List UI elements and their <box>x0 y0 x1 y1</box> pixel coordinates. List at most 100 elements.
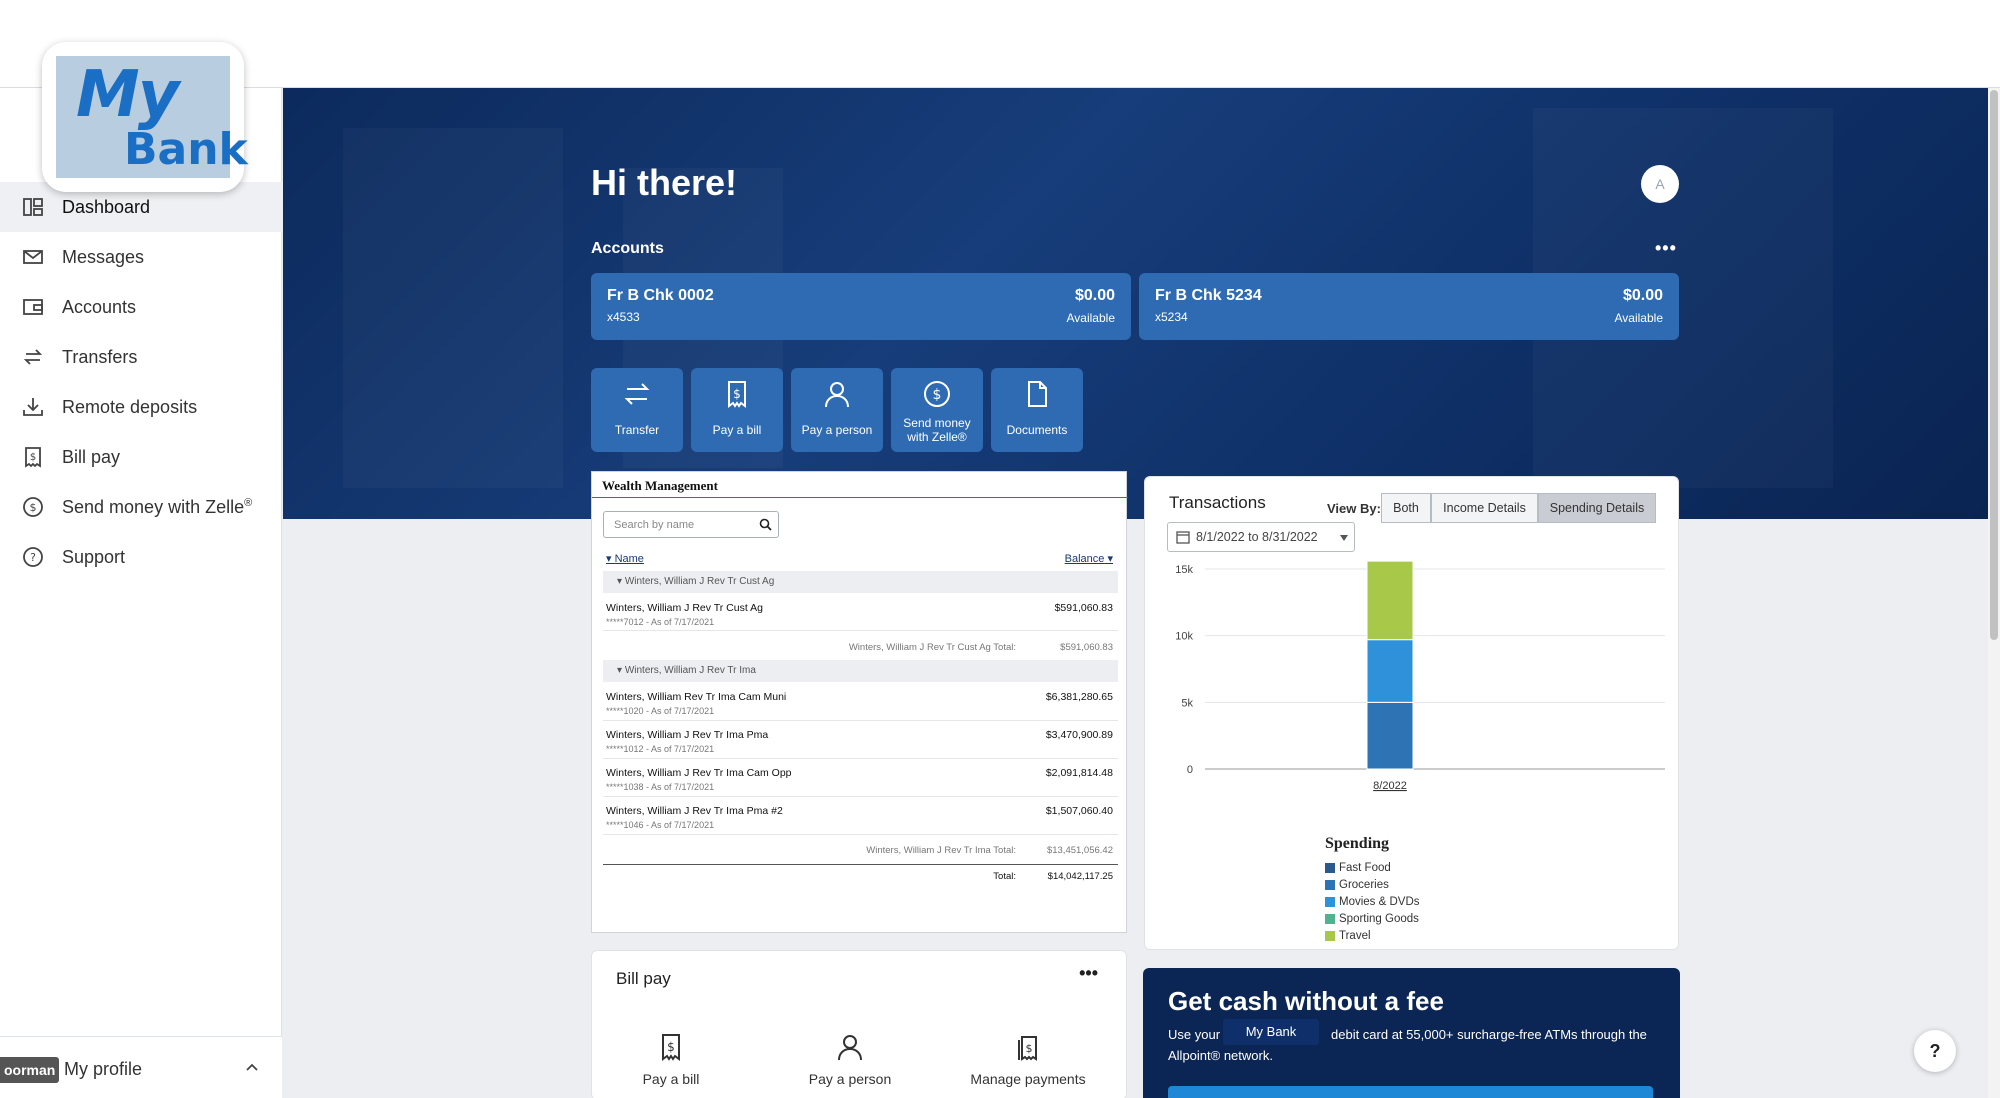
sidebar-item-support[interactable]: ? Support <box>0 532 282 582</box>
hero-banner <box>283 88 1990 519</box>
holding-name[interactable]: Winters, William Rev Tr Ima Cam Muni <box>606 691 786 703</box>
total-label: Total: <box>993 871 1016 882</box>
sidebar: Dashboard Messages Accounts Transfers Re… <box>0 88 282 1098</box>
holding-meta: *****1038 - As of 7/17/2021 <box>606 782 715 792</box>
legend-swatch <box>1325 880 1335 890</box>
sidebar-item-transfers[interactable]: Transfers <box>0 332 282 382</box>
x-tick-label: 8/2022 <box>1373 780 1407 792</box>
account-balance: $0.00 <box>1074 287 1115 304</box>
date-range-select[interactable]: 8/1/2022 to 8/31/2022 <box>1167 522 1355 552</box>
legend-item[interactable]: Movies & DVDs <box>1325 896 1420 908</box>
profile-menu[interactable]: oorman My profile <box>0 1036 282 1098</box>
document-icon <box>1028 381 1047 407</box>
bill-pay-more-icon[interactable]: ••• <box>1079 963 1098 984</box>
chevron-up-icon[interactable] <box>244 1059 260 1075</box>
quick-action-documents[interactable]: Documents <box>991 368 1083 452</box>
promo-text: Allpoint® network. <box>1168 1048 1273 1063</box>
column-header-name[interactable]: ▾ Name <box>606 552 644 565</box>
person-icon <box>825 382 849 408</box>
bar-segment <box>1366 560 1414 641</box>
quick-action-pay-person[interactable]: Pay a person <box>791 368 883 452</box>
divider <box>603 720 1118 721</box>
manage-payments-icon: $ <box>1018 1036 1037 1061</box>
scrollbar[interactable] <box>1988 88 2000 1098</box>
y-tick-label: 10k <box>1175 631 1193 643</box>
holding-name[interactable]: Winters, William J Rev Tr Ima Pma #2 <box>606 805 783 817</box>
divider <box>603 630 1118 631</box>
logo-text-my: My <box>76 58 179 132</box>
bill-icon: $ <box>728 381 746 408</box>
sidebar-item-remote-deposits[interactable]: Remote deposits <box>0 382 282 432</box>
avatar[interactable]: A <box>1641 165 1679 203</box>
logo[interactable]: My Bank <box>42 42 248 192</box>
holding-balance: $1,507,060.40 <box>1045 805 1113 817</box>
legend-item[interactable]: Fast Food <box>1325 862 1391 874</box>
quick-action-zelle[interactable]: $ Send money with Zelle® <box>891 368 983 452</box>
sidebar-item-messages[interactable]: Messages <box>0 232 282 282</box>
holding-balance: $591,060.83 <box>1054 602 1113 614</box>
view-income-button[interactable]: Income Details <box>1431 493 1538 523</box>
y-tick-label: 5k <box>1181 697 1193 709</box>
profile-badge: oorman <box>0 1057 60 1083</box>
bar-segment <box>1366 701 1414 770</box>
account-status: Available <box>1066 311 1115 325</box>
quick-action-pay-bill[interactable]: $ Pay a bill <box>691 368 783 452</box>
y-tick-label: 15k <box>1175 564 1193 576</box>
group-header[interactable]: ▾ Winters, William J Rev Tr Cust Ag <box>603 571 1118 593</box>
sidebar-item-label: Bill pay <box>62 446 121 467</box>
sidebar-item-bill-pay[interactable]: $ Bill pay <box>0 432 282 482</box>
panel-title: Wealth Management <box>602 478 718 493</box>
accounts-more-icon[interactable]: ••• <box>1655 238 1677 259</box>
view-by-label: View By: <box>1327 501 1381 516</box>
legend-label: Fast Food <box>1339 862 1391 874</box>
account-number: x5234 <box>1155 310 1188 324</box>
registered-mark: ® <box>244 496 253 509</box>
holding-balance: $2,091,814.48 <box>1045 767 1113 779</box>
date-range-value: 8/1/2022 to 8/31/2022 <box>1196 530 1318 544</box>
holding-meta: *****1012 - As of 7/17/2021 <box>606 744 715 754</box>
total-value: $14,042,117.25 <box>1047 871 1113 882</box>
sidebar-item-accounts[interactable]: Accounts <box>0 282 282 332</box>
holding-name[interactable]: Winters, William J Rev Tr Ima Cam Opp <box>606 767 792 779</box>
logo-tile: My Bank <box>56 56 248 178</box>
legend-item[interactable]: Groceries <box>1325 879 1389 891</box>
sidebar-item-label: Support <box>62 546 126 567</box>
sidebar-item-label: Accounts <box>62 296 137 317</box>
bill-pay-panel: Bill pay ••• $ Pay a bill Pay a person $… <box>591 950 1127 1098</box>
quick-action-label: Pay a person <box>801 423 873 437</box>
search-input[interactable]: Search by name <box>603 511 779 538</box>
transfer-icon <box>22 346 44 368</box>
search-icon[interactable] <box>759 518 772 531</box>
holding-meta: *****1046 - As of 7/17/2021 <box>606 820 715 830</box>
group-header[interactable]: ▾ Winters, William J Rev Tr Ima <box>603 660 1118 682</box>
legend-label: Movies & DVDs <box>1339 896 1420 908</box>
hero-decoration <box>343 128 563 488</box>
legend-item[interactable]: Sporting Goods <box>1325 913 1419 925</box>
subtotal-value: $13,451,056.42 <box>1046 845 1113 856</box>
panel-title: Bill pay <box>616 969 671 988</box>
svg-text:$: $ <box>667 1040 675 1054</box>
bar-segment <box>1366 639 1414 703</box>
holding-name[interactable]: Winters, William J Rev Tr Ima Pma <box>606 729 768 741</box>
promo-cta-button[interactable] <box>1168 1086 1653 1098</box>
sidebar-item-zelle[interactable]: $ Send money with Zelle® <box>0 482 282 532</box>
quick-action-transfer[interactable]: Transfer <box>591 368 683 452</box>
scroll-thumb[interactable] <box>1990 90 1998 640</box>
download-icon <box>22 396 44 418</box>
holding-name[interactable]: Winters, William J Rev Tr Cust Ag <box>606 602 763 614</box>
quick-action-label: Send money <box>903 416 971 430</box>
view-both-button[interactable]: Both <box>1381 493 1431 523</box>
promo-text: Use your <box>1168 1027 1221 1042</box>
account-status: Available <box>1614 311 1663 325</box>
account-card[interactable]: Fr B Chk 5234 x5234 $0.00 Available <box>1139 273 1679 340</box>
quick-action-label: Pay a bill <box>712 423 762 437</box>
column-header-balance[interactable]: Balance ▾ <box>1065 552 1113 565</box>
view-spending-button[interactable]: Spending Details <box>1538 493 1656 523</box>
help-button[interactable]: ? <box>1914 1030 1956 1072</box>
account-card[interactable]: Fr B Chk 0002 x4533 $0.00 Available <box>591 273 1131 340</box>
quick-action-label: Documents <box>1006 423 1068 437</box>
transactions-panel: Transactions View By: Both Income Detail… <box>1144 476 1679 950</box>
legend-item[interactable]: Travel <box>1325 930 1371 942</box>
top-bar <box>0 0 2000 88</box>
logo-text-bank: Bank <box>124 124 248 175</box>
